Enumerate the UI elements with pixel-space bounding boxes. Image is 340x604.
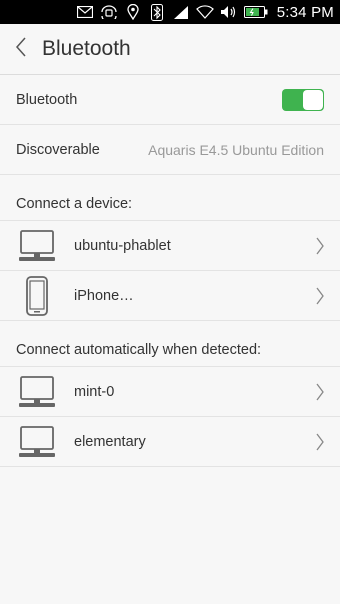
device-row-iphone[interactable]: iPhone… [0, 271, 340, 321]
device-name: iPhone… [74, 287, 134, 304]
device-row-mint-0[interactable]: mint-0 [0, 367, 340, 417]
status-bar: 5:34 PM [0, 0, 340, 24]
volume-icon [219, 0, 239, 24]
status-time: 5:34 PM [276, 3, 334, 21]
computer-icon [16, 372, 58, 412]
wifi-icon [195, 0, 215, 24]
location-icon [123, 0, 143, 24]
chevron-right-icon [314, 236, 326, 256]
chevron-left-icon [15, 37, 27, 62]
chevron-right-icon [314, 286, 326, 306]
page-title: Bluetooth [42, 37, 131, 60]
bluetooth-toggle[interactable] [282, 88, 324, 111]
connect-section-heading: Connect a device: [0, 175, 340, 221]
computer-icon [16, 226, 58, 266]
mail-icon [75, 0, 95, 24]
device-row-elementary[interactable]: elementary [0, 417, 340, 467]
device-name: mint-0 [74, 383, 115, 400]
device-name: elementary [74, 433, 146, 450]
bluetooth-label: Bluetooth [16, 91, 78, 108]
discoverable-row: Discoverable Aquaris E4.5 Ubuntu Edition [0, 125, 340, 175]
phone-icon [16, 275, 58, 316]
page-header: Bluetooth [0, 24, 340, 75]
device-row-ubuntu-phablet[interactable]: ubuntu-phablet [0, 221, 340, 271]
chevron-right-icon [314, 382, 326, 402]
signal-icon [171, 0, 191, 24]
device-name: ubuntu-phablet [74, 237, 171, 254]
computer-icon [16, 422, 58, 462]
auto-section-heading: Connect automatically when detected: [0, 321, 340, 367]
back-button[interactable] [0, 24, 42, 74]
discoverable-value: Aquaris E4.5 Ubuntu Edition [148, 141, 324, 158]
chevron-right-icon [314, 432, 326, 452]
discoverable-label: Discoverable [16, 141, 100, 158]
battery-icon [243, 0, 269, 24]
rotation-lock-icon [99, 0, 119, 24]
bluetooth-icon [147, 0, 167, 24]
toggle-knob [303, 89, 323, 110]
bluetooth-row: Bluetooth [0, 75, 340, 125]
